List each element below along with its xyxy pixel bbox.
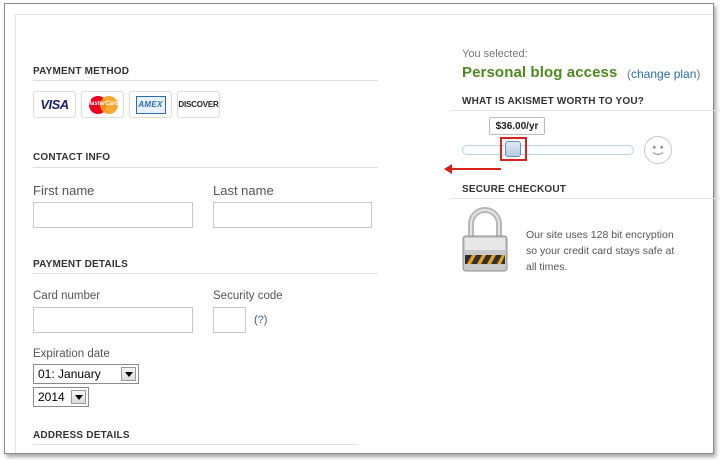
card-number-label: Card number	[33, 290, 101, 302]
change-plan: (change plan)	[627, 67, 700, 81]
first-name-label: First name	[33, 183, 95, 198]
card-number-input[interactable]	[33, 307, 193, 333]
security-code-help-link[interactable]: ?	[258, 314, 264, 326]
price-slider-track[interactable]	[462, 145, 634, 155]
change-plan-link[interactable]: change plan	[631, 67, 696, 81]
discover-label: DISCOVER	[178, 100, 218, 109]
expiration-month-select[interactable]: 01: January	[33, 364, 139, 384]
secure-checkout-heading: SECURE CHECKOUT	[462, 184, 567, 195]
last-name-input[interactable]	[213, 202, 372, 228]
chevron-down-icon[interactable]	[121, 367, 136, 381]
payment-method-heading: PAYMENT METHOD	[33, 66, 130, 77]
you-selected-label: You selected:	[462, 48, 528, 60]
first-name-input[interactable]	[33, 202, 193, 228]
padlock-icon	[462, 207, 508, 272]
visa-label: VISA	[40, 97, 69, 112]
security-code-label: Security code	[213, 290, 283, 302]
smiley-face-icon	[644, 136, 672, 164]
mastercard-label: MasterCard	[85, 100, 119, 107]
payment-details-heading: PAYMENT DETAILS	[33, 259, 129, 270]
price-tooltip: $36.00/yr	[489, 117, 545, 135]
left-divider	[15, 14, 16, 453]
security-code-input[interactable]	[213, 307, 246, 333]
discover-card-icon[interactable]: DISCOVER	[177, 91, 220, 118]
divider	[33, 444, 358, 445]
divider	[450, 198, 720, 199]
address-details-heading: ADDRESS DETAILS	[33, 430, 130, 441]
expiration-date-label: Expiration date	[33, 348, 110, 360]
month-selected-value: 01: January	[38, 367, 101, 381]
left-arrow-line	[449, 168, 501, 170]
amex-logo: AMEX	[135, 95, 166, 114]
mastercard-icon[interactable]: MasterCard	[81, 91, 124, 118]
pricing-heading: WHAT IS AKISMET WORTH TO YOU?	[462, 96, 645, 107]
amex-label: AMEX	[138, 100, 163, 109]
paren-close: )	[696, 67, 701, 81]
security-code-help: (?)	[254, 314, 268, 326]
card-logos: VISA MasterCard AMEX DISCOVER	[33, 91, 220, 118]
mastercard-logo: MasterCard	[86, 95, 120, 115]
left-arrow-icon	[444, 164, 452, 174]
secure-checkout-text: Our site uses 128 bit encryption so your…	[526, 229, 675, 273]
divider	[33, 167, 378, 168]
last-name-label: Last name	[213, 183, 274, 198]
divider	[33, 273, 378, 274]
amex-card-icon[interactable]: AMEX	[129, 91, 172, 118]
divider	[450, 110, 720, 111]
plan-name: Personal blog access	[462, 64, 618, 81]
contact-info-heading: CONTACT INFO	[33, 152, 111, 163]
discover-text: DISCOVER	[178, 100, 219, 109]
divider	[33, 80, 378, 81]
year-selected-value: 2014	[38, 390, 65, 404]
price-slider-handle[interactable]	[505, 141, 521, 157]
visa-card-icon[interactable]: VISA	[33, 91, 76, 118]
expiration-year-select[interactable]: 2014	[33, 387, 89, 407]
top-divider	[15, 14, 713, 15]
chevron-down-icon[interactable]	[71, 390, 86, 404]
